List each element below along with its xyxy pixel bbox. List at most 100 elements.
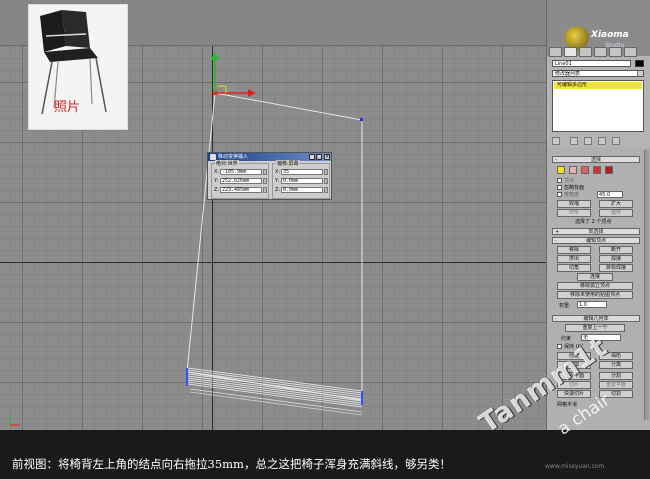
offset-y-field[interactable]: 0.0mm <box>281 178 323 184</box>
chamfer-button[interactable]: 切角 <box>557 264 591 272</box>
target-weld-button[interactable]: 目标焊接 <box>599 264 633 272</box>
by-vertex-checkbox[interactable] <box>557 178 562 183</box>
by-angle-checkbox[interactable] <box>557 192 562 197</box>
viewport-vertical-axis <box>212 46 213 430</box>
pin-stack-icon[interactable] <box>552 137 560 145</box>
border-mode-icon[interactable] <box>581 166 589 174</box>
restore-button[interactable]: □ <box>316 154 322 160</box>
absolute-z-field[interactable]: 223.485mm <box>220 187 262 193</box>
axis-label: X: <box>214 169 220 175</box>
panel-tabs <box>549 47 649 57</box>
offset-y-row: Y: 0.0mm <box>275 178 331 185</box>
rollout-soft-selection[interactable]: + 软选择 <box>552 228 640 235</box>
rollout-title: 编辑几何体 <box>583 316 609 322</box>
viewport-horizontal-axis <box>0 262 546 263</box>
reset-plane-button[interactable]: 重置平面 <box>599 381 633 389</box>
loop-button[interactable]: 循环 <box>599 209 633 217</box>
minus-icon: - <box>555 157 557 163</box>
spinner[interactable] <box>263 169 267 175</box>
polygon-mode-icon[interactable] <box>593 166 601 174</box>
weld-button[interactable]: 焊接 <box>599 255 633 263</box>
by-angle-label: 按角度 <box>564 192 580 198</box>
weight-field[interactable]: 1.0 <box>577 301 607 308</box>
ignore-backfacing-checkbox[interactable] <box>557 185 562 190</box>
hierarchy-tab-icon[interactable] <box>579 47 592 57</box>
rollout-title: 编辑顶点 <box>585 238 606 244</box>
modifier-list-label: 修改器列表 <box>555 71 581 77</box>
rollout-title: 软选择 <box>588 229 604 235</box>
edge-mode-icon[interactable] <box>569 166 577 174</box>
preserve-uvs-checkbox[interactable] <box>557 344 562 349</box>
split-button[interactable]: 分割 <box>599 372 633 380</box>
modifier-list-dropdown[interactable]: 修改器列表 <box>552 70 644 77</box>
connect-button[interactable]: 连接 <box>577 273 613 281</box>
constraints-label: 约束 <box>561 336 572 342</box>
configure-sets-icon[interactable] <box>612 137 620 145</box>
axis-label: Y: <box>214 178 219 184</box>
plus-icon: + <box>555 229 560 235</box>
remove-isolated-button[interactable]: 移除孤立顶点 <box>557 282 633 290</box>
rollout-title: 选择 <box>590 157 601 163</box>
spinner[interactable] <box>324 178 328 184</box>
remove-modifier-icon[interactable] <box>598 137 606 145</box>
logo-brand: Xiaoma <box>591 30 629 40</box>
grow-button[interactable]: 扩大 <box>599 200 633 208</box>
spinner[interactable] <box>324 169 328 175</box>
modifier-stack[interactable]: 可编辑多边形 <box>552 80 644 132</box>
panel-scrollbar[interactable] <box>644 150 649 420</box>
modify-tab-icon[interactable] <box>564 47 577 57</box>
by-vertex-label: 顶点 <box>564 178 575 184</box>
offset-z-field[interactable]: 0.0mm <box>281 187 323 193</box>
object-name-field[interactable]: Line01 <box>552 60 631 67</box>
axis-label: Z: <box>275 187 281 193</box>
element-mode-icon[interactable] <box>605 166 613 174</box>
break-button[interactable]: 断开 <box>599 246 633 254</box>
absolute-y-field[interactable]: 252.026mm <box>220 178 262 184</box>
make-unique-icon[interactable] <box>584 137 592 145</box>
caption-text: 前视图：将椅背左上角的结点向右拖拉35mm，总之这把椅子浑身充满斜线，够另类！ <box>12 457 451 471</box>
minimize-button[interactable]: _ <box>309 154 315 160</box>
vertex-mode-icon[interactable] <box>557 166 565 174</box>
extrude-button[interactable]: 挤出 <box>557 255 591 263</box>
object-color-swatch[interactable] <box>635 60 644 67</box>
chevron-down-icon <box>637 71 643 76</box>
absolute-world-group: 绝对:世界 X: -185.9mm Y: 252.026mm Z: 223.48… <box>211 160 270 199</box>
weight-label: 权重: <box>559 303 571 309</box>
spinner[interactable] <box>263 178 267 184</box>
rollout-selection[interactable]: - 选择 <box>552 156 640 163</box>
offset-x-row: X: 35 <box>275 169 331 176</box>
angle-field[interactable]: 45.0 <box>597 191 623 198</box>
move-transform-type-in-dialog[interactable]: 移动变换输入 _ □ × 绝对:世界 X: -185.9mm Y: 252.02… <box>207 152 332 200</box>
absolute-group-title: 绝对:世界 <box>215 160 239 167</box>
stack-toolbar <box>552 136 644 146</box>
close-button[interactable]: × <box>324 154 330 160</box>
ring-button[interactable]: 环形 <box>557 209 591 217</box>
minus-icon: - <box>555 316 557 322</box>
show-end-result-icon[interactable] <box>570 137 578 145</box>
spinner[interactable] <box>263 187 267 193</box>
ignore-backfacing-label: 忽略背面 <box>564 185 585 191</box>
absolute-x-field[interactable]: -185.9mm <box>220 169 262 175</box>
rollout-edit-geometry[interactable]: - 编辑几何体 <box>552 315 640 322</box>
spinner[interactable] <box>324 187 328 193</box>
absolute-z-row: Z: 223.485mm <box>214 187 270 194</box>
selection-count: 选择了 2 个顶点 <box>575 219 612 225</box>
absolute-y-row: Y: 252.026mm <box>214 178 270 185</box>
create-tab-icon[interactable] <box>549 47 562 57</box>
mesh-smooth-label: 网格平滑 <box>557 402 578 408</box>
motion-tab-icon[interactable] <box>594 47 607 57</box>
utilities-tab-icon[interactable] <box>624 47 637 57</box>
remove-unused-map-verts-button[interactable]: 移除未使用的贴图顶点 <box>557 291 633 299</box>
display-tab-icon[interactable] <box>609 47 622 57</box>
stack-item-editable-poly[interactable]: 可编辑多边形 <box>554 82 642 89</box>
photo-label: 照片 <box>54 100 81 115</box>
rollout-edit-vertices[interactable]: - 编辑顶点 <box>552 237 640 244</box>
minus-icon: - <box>555 238 557 244</box>
offset-group-title: 偏移:屏幕 <box>276 160 300 167</box>
axis-label: Z: <box>214 187 220 193</box>
offset-x-field[interactable]: 35 <box>281 169 323 175</box>
axis-label: Y: <box>275 178 280 184</box>
absolute-x-row: X: -185.9mm <box>214 169 270 176</box>
remove-button[interactable]: 移除 <box>557 246 591 254</box>
shrink-button[interactable]: 收缩 <box>557 200 591 208</box>
